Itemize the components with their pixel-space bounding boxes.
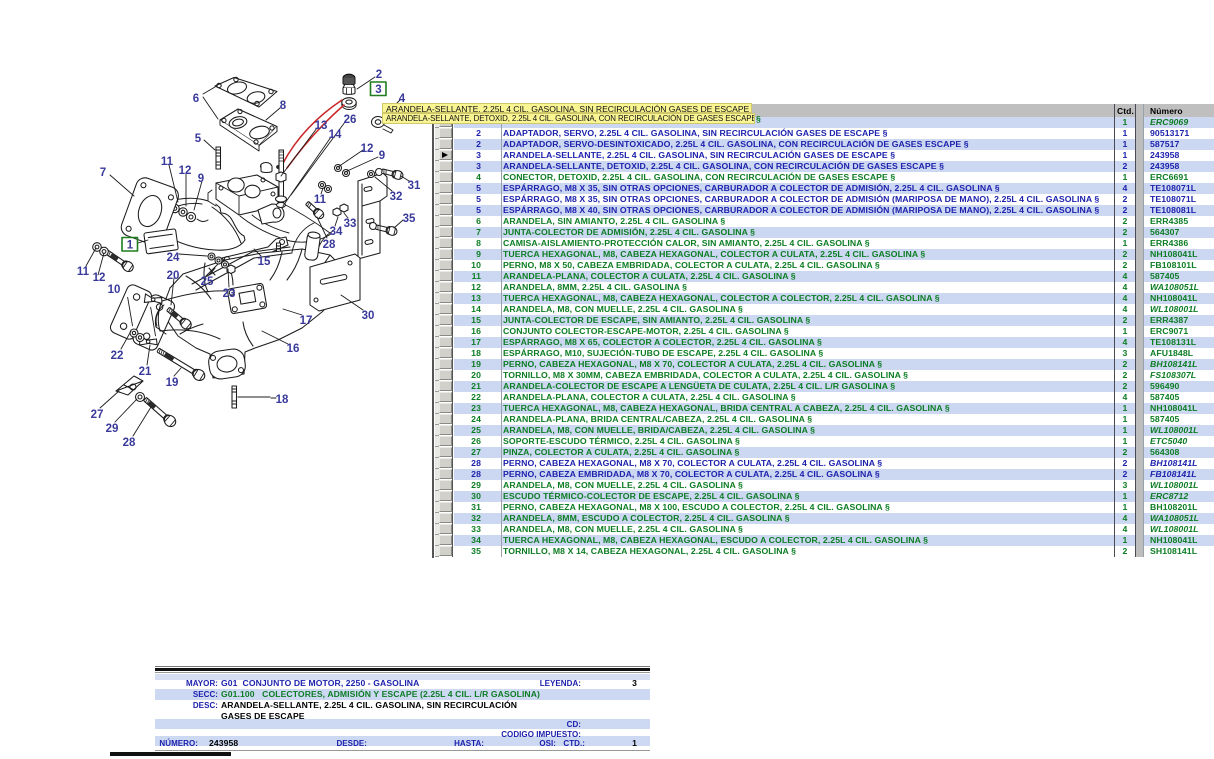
svg-text:28: 28 xyxy=(323,239,336,251)
svg-text:29: 29 xyxy=(106,423,119,435)
svg-text:5: 5 xyxy=(195,133,202,145)
svg-text:32: 32 xyxy=(390,191,403,203)
svg-text:17: 17 xyxy=(300,315,313,327)
svg-text:23: 23 xyxy=(223,288,236,300)
svg-text:19: 19 xyxy=(166,377,179,389)
svg-text:12: 12 xyxy=(361,143,374,155)
svg-text:15: 15 xyxy=(258,256,271,268)
svg-text:33: 33 xyxy=(344,218,357,230)
svg-text:35: 35 xyxy=(403,213,416,225)
svg-text:31: 31 xyxy=(408,180,421,192)
svg-text:9: 9 xyxy=(198,173,204,185)
svg-text:14: 14 xyxy=(329,129,342,141)
svg-text:25: 25 xyxy=(201,276,214,288)
svg-text:6: 6 xyxy=(193,93,199,105)
svg-text:11: 11 xyxy=(77,266,90,278)
svg-text:18: 18 xyxy=(276,394,289,406)
svg-text:11: 11 xyxy=(314,194,327,206)
svg-text:28: 28 xyxy=(123,437,136,449)
svg-text:30: 30 xyxy=(362,310,375,322)
svg-text:24: 24 xyxy=(167,252,180,264)
svg-text:13: 13 xyxy=(315,120,328,132)
svg-text:20: 20 xyxy=(167,270,180,282)
svg-text:16: 16 xyxy=(287,343,300,355)
svg-text:34: 34 xyxy=(330,226,343,238)
svg-text:12: 12 xyxy=(93,272,106,284)
svg-text:9: 9 xyxy=(379,150,385,162)
svg-text:7: 7 xyxy=(100,167,106,179)
svg-text:3: 3 xyxy=(375,84,381,96)
svg-text:11: 11 xyxy=(161,156,174,168)
svg-text:12: 12 xyxy=(179,165,192,177)
svg-text:10: 10 xyxy=(108,284,121,296)
svg-text:2: 2 xyxy=(376,69,382,81)
svg-text:21: 21 xyxy=(139,366,152,378)
svg-text:1: 1 xyxy=(127,240,134,252)
svg-text:26: 26 xyxy=(344,114,357,126)
svg-text:8: 8 xyxy=(280,100,287,112)
svg-text:27: 27 xyxy=(91,409,104,421)
svg-text:22: 22 xyxy=(111,350,124,362)
